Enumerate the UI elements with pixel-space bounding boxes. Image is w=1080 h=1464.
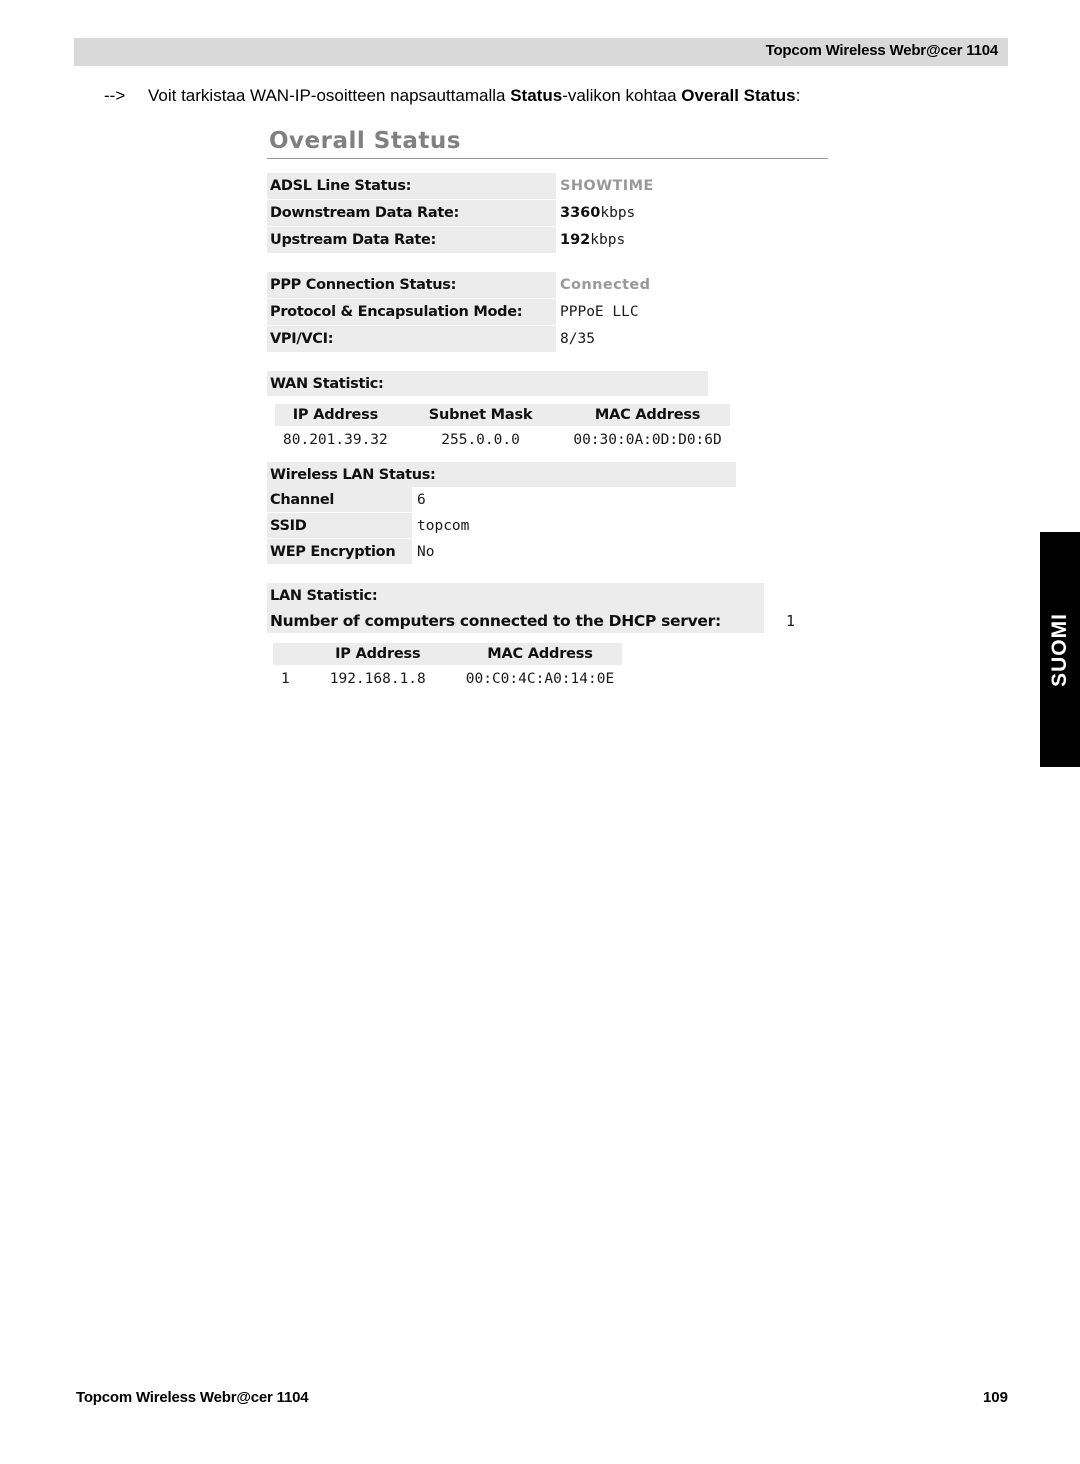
dhcp-client-count-row: Number of computers connected to the DHC… <box>267 608 829 633</box>
lan-col-index <box>273 643 298 665</box>
wireless-wep-encryption-label: WEP Encryption <box>267 539 412 564</box>
lan-statistic-table: IP Address MAC Address 1 192.168.1.8 00:… <box>273 643 623 689</box>
wan-statistic-table: IP Address Subnet Mask MAC Address 80.20… <box>275 404 730 450</box>
downstream-data-rate-value: 3360 kbps <box>556 200 635 226</box>
wan-col-gap-2 <box>541 404 566 426</box>
language-tab-suomi: SUOMI <box>1040 532 1080 767</box>
instruction-bold-overall-status: Overall Status <box>681 86 796 105</box>
spacer-after-adsl <box>267 254 829 272</box>
wireless-lan-status-group: Wireless LAN Status: Channel 6 SSID topc… <box>267 462 829 564</box>
lan-cell-index: 1 <box>281 671 290 687</box>
spacer-dhcp-table <box>267 633 829 643</box>
wireless-channel-label: Channel <box>267 487 412 512</box>
vpi-vci-row: VPI/VCI: 8/35 <box>267 326 829 352</box>
instruction-text-part1: Voit tarkistaa WAN-IP-osoitteen napsautt… <box>148 86 511 105</box>
lan-statistic-section-title: LAN Statistic: <box>267 583 764 608</box>
wan-cell-ip-address: 80.201.39.32 <box>283 432 388 448</box>
lan-table-header-row: IP Address MAC Address <box>273 643 623 665</box>
wan-cell-gap-2 <box>541 426 565 450</box>
wireless-wep-encryption-value: No <box>417 543 435 560</box>
lan-cell-mac-address: 00:C0:4C:A0:14:0E <box>465 671 615 687</box>
lan-col-mac-address: MAC Address <box>457 643 623 665</box>
lan-col-gap-1 <box>297 643 322 665</box>
wireless-channel-value: 6 <box>417 491 426 508</box>
page-header-title: Topcom Wireless Webr@cer 1104 <box>765 42 999 59</box>
wan-cell-gap-1 <box>396 426 420 450</box>
ppp-connection-status-row: PPP Connection Status: Connected <box>267 272 829 298</box>
dhcp-client-count-value: 1 <box>786 611 796 630</box>
spacer-wan-header <box>267 396 829 404</box>
ppp-connection-status-value: Connected <box>560 277 651 293</box>
wan-col-subnet-mask: Subnet Mask <box>419 404 542 426</box>
upstream-data-rate-row: Upstream Data Rate: 192 kbps <box>267 227 829 253</box>
panel-title-divider <box>267 158 828 159</box>
wireless-lan-section-title: Wireless LAN Status: <box>267 462 736 487</box>
wan-col-mac-address: MAC Address <box>565 404 730 426</box>
instruction-text-part2: -valikon kohtaa <box>562 86 682 105</box>
router-status-panel: Overall Status ADSL Line Status: SHOWTIM… <box>267 128 829 689</box>
vpi-vci-label: VPI/VCI: <box>267 326 556 352</box>
lan-col-ip-address: IP Address <box>321 643 434 665</box>
instruction-text-part3: : <box>795 86 801 105</box>
adsl-line-status-label: ADSL Line Status: <box>267 173 556 199</box>
page-header-band: Topcom Wireless Webr@cer 1104 <box>74 38 1008 66</box>
protocol-encapsulation-row: Protocol & Encapsulation Mode: PPPoE LLC <box>267 299 829 325</box>
spacer-after-wan <box>267 450 829 462</box>
downstream-data-rate-row: Downstream Data Rate: 3360 kbps <box>267 200 829 226</box>
wan-cell-mac-address: 00:30:0A:0D:D0:6D <box>573 432 722 448</box>
downstream-data-rate-number: 3360 <box>560 205 601 221</box>
downstream-data-rate-label: Downstream Data Rate: <box>267 200 556 226</box>
protocol-encapsulation-value: PPPoE LLC <box>560 304 639 320</box>
lan-col-gap-2 <box>433 643 458 665</box>
wireless-channel-row: Channel 6 <box>267 487 829 512</box>
instruction-bold-status: Status <box>510 86 563 105</box>
spacer-after-wireless <box>267 565 829 583</box>
wan-statistic-group: WAN Statistic: IP Address Subnet Mask MA… <box>267 371 829 450</box>
lan-cell-ip-address: 192.168.1.8 <box>329 671 426 687</box>
wan-col-gap-1 <box>395 404 420 426</box>
upstream-data-rate-label: Upstream Data Rate: <box>267 227 556 253</box>
wireless-ssid-row: SSID topcom <box>267 513 829 538</box>
instruction-line: --> Voit tarkistaa WAN-IP-osoitteen napsa… <box>104 85 1004 107</box>
downstream-data-rate-unit: kbps <box>600 205 636 221</box>
footer-product-name: Topcom Wireless Webr@cer 1104 <box>76 1389 309 1406</box>
wireless-ssid-label: SSID <box>267 513 412 538</box>
upstream-data-rate-number: 192 <box>560 232 591 248</box>
spacer-after-ppp <box>267 353 829 371</box>
dhcp-client-count-label: Number of computers connected to the DHC… <box>267 608 764 633</box>
lan-statistic-group: LAN Statistic: Number of computers conne… <box>267 583 829 689</box>
wan-statistic-section-title: WAN Statistic: <box>267 371 708 396</box>
adsl-status-group: ADSL Line Status: SHOWTIME Downstream Da… <box>267 173 829 253</box>
ppp-status-group: PPP Connection Status: Connected Protoco… <box>267 272 829 352</box>
wireless-ssid-value: topcom <box>417 517 470 534</box>
adsl-line-status-row: ADSL Line Status: SHOWTIME <box>267 173 829 199</box>
vpi-vci-value: 8/35 <box>560 331 595 347</box>
ppp-connection-status-label: PPP Connection Status: <box>267 272 556 298</box>
protocol-encapsulation-label: Protocol & Encapsulation Mode: <box>267 299 556 325</box>
wan-col-ip-address: IP Address <box>275 404 396 426</box>
wan-table-header-row: IP Address Subnet Mask MAC Address <box>275 404 730 426</box>
arrow-marker: --> <box>104 86 126 105</box>
language-tab-label: SUOMI <box>1048 612 1071 687</box>
adsl-line-status-value: SHOWTIME <box>560 178 654 194</box>
lan-cell-gap-1 <box>298 665 322 689</box>
upstream-data-rate-unit: kbps <box>590 232 626 248</box>
upstream-data-rate-value: 192 kbps <box>556 227 625 253</box>
wan-cell-subnet-mask: 255.0.0.0 <box>441 432 520 448</box>
table-row: 80.201.39.32 255.0.0.0 00:30:0A:0D:D0:6D <box>275 426 730 450</box>
footer-page-number: 109 <box>982 1389 1008 1406</box>
wireless-wep-encryption-row: WEP Encryption No <box>267 539 829 564</box>
table-row: 1 192.168.1.8 00:C0:4C:A0:14:0E <box>273 665 622 689</box>
lan-cell-gap-2 <box>434 665 458 689</box>
panel-title: Overall Status <box>269 128 461 154</box>
